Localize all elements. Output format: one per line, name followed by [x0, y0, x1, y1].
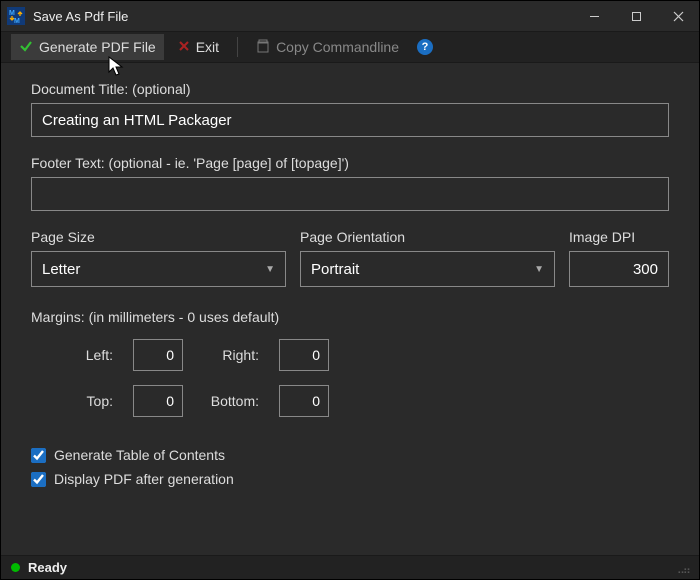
- margin-top-label: Top:: [57, 393, 113, 409]
- page-size-select[interactable]: Letter ▼: [31, 251, 286, 287]
- doc-title-label: Document Title: (optional): [31, 81, 669, 97]
- svg-text:M: M: [9, 10, 15, 17]
- toc-checkbox[interactable]: [31, 448, 46, 463]
- orientation-label: Page Orientation: [300, 229, 555, 245]
- form-content: Document Title: (optional) Footer Text: …: [1, 63, 699, 555]
- page-settings-row: Page Size Letter ▼ Page Orientation Port…: [31, 229, 669, 287]
- exit-button[interactable]: Exit: [170, 34, 227, 60]
- dpi-label: Image DPI: [569, 229, 669, 245]
- orientation-value: Portrait: [311, 261, 534, 278]
- toc-checkbox-row[interactable]: Generate Table of Contents: [31, 447, 669, 463]
- margin-left-input[interactable]: [133, 339, 183, 371]
- footer-text-label: Footer Text: (optional - ie. 'Page [page…: [31, 155, 669, 171]
- toc-checkbox-label: Generate Table of Contents: [54, 447, 225, 463]
- footer-text-field: Footer Text: (optional - ie. 'Page [page…: [31, 155, 669, 211]
- window-buttons: [573, 1, 699, 31]
- margin-right-input[interactable]: [279, 339, 329, 371]
- chevron-down-icon: ▼: [265, 264, 275, 275]
- status-dot-icon: [11, 563, 20, 572]
- doc-title-field: Document Title: (optional): [31, 81, 669, 137]
- resize-grip-icon[interactable]: ⣀⣤: [677, 561, 689, 574]
- help-button[interactable]: ?: [417, 39, 433, 55]
- orientation-col: Page Orientation Portrait ▼: [300, 229, 555, 287]
- display-checkbox-label: Display PDF after generation: [54, 471, 234, 487]
- close-button[interactable]: [657, 1, 699, 31]
- copy-commandline-button[interactable]: Copy Commandline: [248, 34, 407, 60]
- x-icon: [178, 39, 190, 55]
- dpi-input[interactable]: [569, 251, 669, 287]
- toolbar-divider: [237, 37, 238, 57]
- margins-grid: Left: Right: Top: Bottom:: [57, 339, 669, 417]
- toolbar: Generate PDF File Exit Copy Commandline …: [1, 31, 699, 63]
- exit-label: Exit: [196, 39, 219, 55]
- chevron-down-icon: ▼: [534, 264, 544, 275]
- footer-text-input[interactable]: [31, 177, 669, 211]
- generate-pdf-label: Generate PDF File: [39, 39, 156, 55]
- margin-left-label: Left:: [57, 347, 113, 363]
- titlebar: M M Save As Pdf File: [1, 1, 699, 31]
- display-checkbox[interactable]: [31, 472, 46, 487]
- app-icon: M M: [7, 7, 25, 25]
- window-title: Save As Pdf File: [33, 9, 573, 24]
- page-size-label: Page Size: [31, 229, 286, 245]
- maximize-button[interactable]: [615, 1, 657, 31]
- generate-pdf-button[interactable]: Generate PDF File: [11, 34, 164, 60]
- page-size-col: Page Size Letter ▼: [31, 229, 286, 287]
- copy-icon: [256, 39, 270, 56]
- check-icon: [19, 39, 33, 56]
- dpi-col: Image DPI: [569, 229, 669, 287]
- display-checkbox-row[interactable]: Display PDF after generation: [31, 471, 669, 487]
- page-size-value: Letter: [42, 261, 265, 278]
- doc-title-input[interactable]: [31, 103, 669, 137]
- statusbar: Ready ⣀⣤: [1, 555, 699, 579]
- save-as-pdf-window: M M Save As Pdf File Generate PDF File E…: [0, 0, 700, 580]
- margins-label: Margins: (in millimeters - 0 uses defaul…: [31, 309, 669, 325]
- minimize-button[interactable]: [573, 1, 615, 31]
- status-text: Ready: [28, 560, 67, 575]
- margin-bottom-label: Bottom:: [203, 393, 259, 409]
- margin-top-input[interactable]: [133, 385, 183, 417]
- svg-text:M: M: [14, 18, 20, 25]
- margin-bottom-input[interactable]: [279, 385, 329, 417]
- margin-right-label: Right:: [203, 347, 259, 363]
- orientation-select[interactable]: Portrait ▼: [300, 251, 555, 287]
- copy-commandline-label: Copy Commandline: [276, 39, 399, 55]
